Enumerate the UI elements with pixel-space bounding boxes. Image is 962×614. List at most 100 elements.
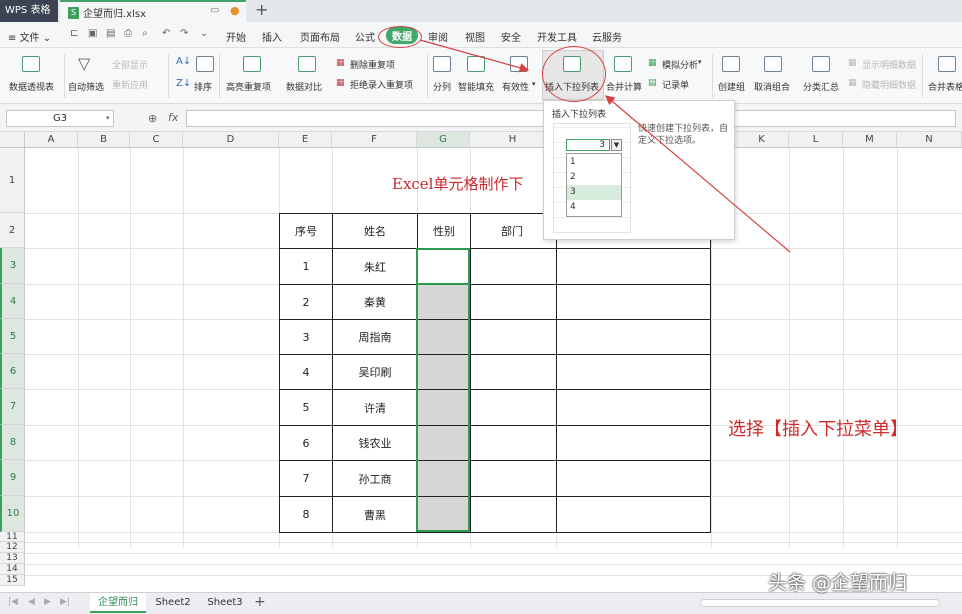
subtotal-button[interactable]: 分类汇总 xyxy=(803,80,839,93)
sort-asc-icon[interactable]: A↓ xyxy=(176,56,191,67)
smart-fill-button[interactable]: 智能填充 xyxy=(458,80,494,93)
next-sheet-icon[interactable]: ▶ xyxy=(44,597,51,607)
column-header-f[interactable]: F xyxy=(332,132,417,148)
tab-formula[interactable]: 公式 xyxy=(355,29,375,44)
spreadsheet-grid[interactable]: A B C D E F G H I J K L M N 1 2 3 4 5 6 … xyxy=(0,132,962,592)
tab-insert[interactable]: 插入 xyxy=(262,29,282,44)
ungroup-button[interactable]: 取消组合 xyxy=(754,80,790,93)
row-header-7[interactable]: 7 xyxy=(0,389,25,425)
table-cell-no[interactable]: 6 xyxy=(279,425,333,461)
column-header-n[interactable]: N xyxy=(897,132,962,148)
column-header-l[interactable]: L xyxy=(789,132,843,148)
table-cell-extra[interactable] xyxy=(556,460,711,497)
table-cell-dept[interactable] xyxy=(470,425,557,461)
table-cell-extra[interactable] xyxy=(556,248,711,285)
row-header-14[interactable]: 14 xyxy=(0,564,25,575)
export-icon[interactable]: ▤ xyxy=(106,28,115,39)
tab-review[interactable]: 审阅 xyxy=(428,29,448,44)
row-header-1[interactable]: 1 xyxy=(0,148,25,213)
table-header-name[interactable]: 姓名 xyxy=(332,213,418,249)
table-cell-name[interactable]: 钱农业 xyxy=(332,425,418,461)
tab-view[interactable]: 视图 xyxy=(465,29,485,44)
app-tab[interactable]: WPS 表格 xyxy=(0,0,58,22)
row-header-13[interactable]: 13 xyxy=(0,553,25,564)
preview-icon[interactable]: ⌕ xyxy=(142,28,148,39)
table-cell-name[interactable]: 周指南 xyxy=(332,319,418,355)
row-header-6[interactable]: 6 xyxy=(0,354,25,389)
table-cell-dept[interactable] xyxy=(470,248,557,285)
prev-sheet-icon[interactable]: ◀ xyxy=(28,597,35,607)
data-compare-button[interactable]: 数据对比 xyxy=(286,80,322,93)
reject-duplicates-button[interactable]: 拒绝录入重复项 xyxy=(350,78,413,91)
column-header-k[interactable]: K xyxy=(735,132,789,148)
table-cell-name[interactable]: 孙工商 xyxy=(332,460,418,497)
simulate-dropdown-icon[interactable]: ▾ xyxy=(698,58,702,66)
merge-calc-button[interactable]: 合并计算 xyxy=(606,80,642,93)
row-header-10[interactable]: 10 xyxy=(0,496,25,532)
last-sheet-icon[interactable]: ▶| xyxy=(60,597,70,607)
monitor-icon[interactable]: ▭ xyxy=(210,5,219,16)
table-cell-name[interactable]: 许清 xyxy=(332,389,418,426)
row-header-8[interactable]: 8 xyxy=(0,425,25,460)
reapply-button[interactable]: 重新应用 xyxy=(112,78,148,91)
table-cell-dept[interactable] xyxy=(470,354,557,390)
file-tab[interactable]: S 企望而归.xlsx ▭ ● xyxy=(60,0,246,22)
add-sheet-icon[interactable]: + xyxy=(254,594,266,610)
sheet-tab-1[interactable]: 企望而归 xyxy=(90,593,146,613)
file-menu[interactable]: ≡ 文件 ⌄ xyxy=(8,29,51,44)
table-cell-name[interactable]: 吴印刷 xyxy=(332,354,418,390)
row-header-15[interactable]: 15 xyxy=(0,575,25,586)
column-header-d[interactable]: D xyxy=(183,132,279,148)
function-icon[interactable]: fx xyxy=(168,111,178,124)
save-icon[interactable]: ▣ xyxy=(88,28,97,39)
merge-table-button[interactable]: 合并表格 xyxy=(928,80,962,93)
show-detail-button[interactable]: 显示明细数据 xyxy=(862,58,916,71)
table-cell-name[interactable]: 曹黑 xyxy=(332,496,418,533)
validity-button[interactable]: 有效性 xyxy=(502,80,529,93)
row-header-11[interactable]: 11 xyxy=(0,532,25,542)
tab-page-layout[interactable]: 页面布局 xyxy=(300,29,340,44)
table-cell-no[interactable]: 5 xyxy=(279,389,333,426)
row-header-9[interactable]: 9 xyxy=(0,460,25,496)
table-cell-extra[interactable] xyxy=(556,425,711,461)
zoom-icon[interactable]: ⊕ xyxy=(148,112,157,125)
tab-developer[interactable]: 开发工具 xyxy=(537,29,577,44)
tab-home[interactable]: 开始 xyxy=(226,29,246,44)
table-header-no[interactable]: 序号 xyxy=(279,213,333,249)
name-box-dropdown-icon[interactable]: ▾ xyxy=(106,114,110,122)
sort-desc-icon[interactable]: Z↓ xyxy=(176,78,191,89)
row-header-12[interactable]: 12 xyxy=(0,542,25,553)
column-header-m[interactable]: M xyxy=(843,132,897,148)
table-cell-dept[interactable] xyxy=(470,496,557,533)
column-header-b[interactable]: B xyxy=(78,132,130,148)
select-all-corner[interactable] xyxy=(0,132,25,148)
split-column-button[interactable]: 分列 xyxy=(433,80,451,93)
tab-security[interactable]: 安全 xyxy=(501,29,521,44)
autofilter-button[interactable]: 自动筛选 xyxy=(68,80,104,93)
table-cell-extra[interactable] xyxy=(556,496,711,533)
sheet-title[interactable]: Excel单元格制作下 xyxy=(392,173,524,194)
column-header-a[interactable]: A xyxy=(25,132,78,148)
simulate-button[interactable]: 模拟分析 xyxy=(662,58,698,71)
table-cell-extra[interactable] xyxy=(556,284,711,320)
table-cell-dept[interactable] xyxy=(470,284,557,320)
sheet-tab-3[interactable]: Sheet3 xyxy=(200,593,250,613)
table-cell-no[interactable]: 1 xyxy=(279,248,333,285)
column-header-c[interactable]: C xyxy=(130,132,183,148)
row-header-3[interactable]: 3 xyxy=(0,248,25,284)
validity-dropdown-icon[interactable]: ▾ xyxy=(532,80,536,88)
table-cell-no[interactable]: 4 xyxy=(279,354,333,390)
open-icon[interactable]: ⊏ xyxy=(70,28,78,39)
table-cell-extra[interactable] xyxy=(556,319,711,355)
table-cell-no[interactable]: 3 xyxy=(279,319,333,355)
undo-icon[interactable]: ↶ xyxy=(162,28,170,39)
table-cell-no[interactable]: 2 xyxy=(279,284,333,320)
print-icon[interactable]: ⎙ xyxy=(124,28,132,39)
hide-detail-button[interactable]: 隐藏明细数据 xyxy=(862,78,916,91)
customize-icon[interactable]: ⌄ xyxy=(200,28,208,39)
tab-cloud[interactable]: 云服务 xyxy=(592,29,622,44)
column-header-e[interactable]: E xyxy=(279,132,332,148)
table-cell-no[interactable]: 8 xyxy=(279,496,333,533)
row-header-2[interactable]: 2 xyxy=(0,213,25,248)
table-cell-dept[interactable] xyxy=(470,389,557,426)
